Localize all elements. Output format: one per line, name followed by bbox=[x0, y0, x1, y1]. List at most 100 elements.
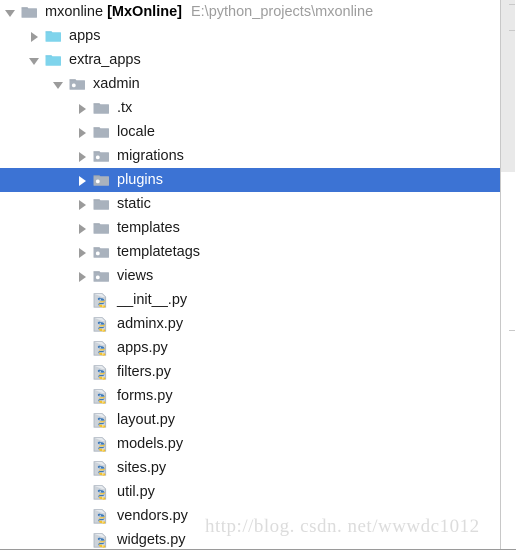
tree-row-tx[interactable]: .tx bbox=[0, 96, 516, 120]
tree-row-label: forms.py bbox=[117, 388, 173, 404]
python-file-icon bbox=[92, 432, 112, 456]
tree-row-label: sites.py bbox=[117, 460, 167, 476]
python-file-icon bbox=[92, 384, 112, 408]
tree-row-label: xadmin bbox=[93, 76, 140, 92]
chevron-right-icon[interactable] bbox=[76, 192, 92, 216]
tree-row-label: templatetags bbox=[117, 244, 201, 260]
tree-row-label: util.py bbox=[117, 484, 155, 500]
project-tree-list[interactable]: mxonline [MxOnline] E:\python_projects\mx… bbox=[0, 0, 516, 549]
tree-row-util-py[interactable]: util.py bbox=[0, 480, 516, 504]
tree-row-forms-py[interactable]: forms.py bbox=[0, 384, 516, 408]
twisty-placeholder bbox=[76, 408, 92, 432]
tree-row-label: filters.py bbox=[117, 364, 171, 380]
scrollbar-tick bbox=[509, 4, 515, 5]
tree-row-adminx-py[interactable]: adminx.py bbox=[0, 312, 516, 336]
chevron-right-icon[interactable] bbox=[76, 216, 92, 240]
chevron-right-icon[interactable] bbox=[76, 264, 92, 288]
tree-row-label: locale bbox=[117, 124, 155, 140]
tree-row-label: vendors.py bbox=[117, 508, 188, 524]
tree-row-templatetags[interactable]: templatetags bbox=[0, 240, 516, 264]
project-tree-panel[interactable]: mxonline [MxOnline] E:\python_projects\mx… bbox=[0, 0, 516, 550]
twisty-placeholder bbox=[76, 480, 92, 504]
tree-row-label: widgets.py bbox=[117, 532, 186, 548]
project-module-wrapper: [MxOnline] bbox=[103, 0, 182, 24]
python-file-icon bbox=[92, 528, 112, 549]
tree-row-migrations[interactable]: migrations bbox=[0, 144, 516, 168]
python-file-icon bbox=[92, 312, 112, 336]
tree-row-layout-py[interactable]: layout.py bbox=[0, 408, 516, 432]
vertical-scrollbar[interactable] bbox=[500, 0, 516, 549]
python-file-icon bbox=[92, 408, 112, 432]
tree-row-label: layout.py bbox=[117, 412, 176, 428]
folder-icon bbox=[92, 192, 112, 216]
tree-row-plugins[interactable]: plugins bbox=[0, 168, 510, 192]
python-file-icon bbox=[92, 480, 112, 504]
folder-icon bbox=[20, 0, 40, 24]
chevron-right-icon[interactable] bbox=[76, 144, 92, 168]
tree-row-label: models.py bbox=[117, 436, 184, 452]
tree-row-label: adminx.py bbox=[117, 316, 184, 332]
folder-icon bbox=[92, 96, 112, 120]
tree-row-xadmin[interactable]: xadmin bbox=[0, 72, 516, 96]
tree-row-widgets-py[interactable]: widgets.py bbox=[0, 528, 516, 549]
package-folder-icon bbox=[92, 168, 112, 192]
source-folder-icon bbox=[44, 24, 64, 48]
package-folder-icon bbox=[92, 240, 112, 264]
tree-row-static[interactable]: static bbox=[0, 192, 516, 216]
twisty-placeholder bbox=[76, 528, 92, 549]
folder-icon bbox=[92, 216, 112, 240]
tree-row-templates[interactable]: templates bbox=[0, 216, 516, 240]
package-folder-icon bbox=[92, 264, 112, 288]
package-folder-icon bbox=[92, 144, 112, 168]
chevron-right-icon[interactable] bbox=[28, 24, 44, 48]
tree-row-label: apps.py bbox=[117, 340, 168, 356]
scrollbar-thumb[interactable] bbox=[501, 0, 515, 172]
tree-row-locale[interactable]: locale bbox=[0, 120, 516, 144]
tree-row-label: __init__.py bbox=[117, 292, 188, 308]
twisty-placeholder bbox=[76, 432, 92, 456]
tree-row-label: templates bbox=[117, 220, 180, 236]
scrollbar-tick bbox=[509, 330, 515, 331]
chevron-right-icon[interactable] bbox=[76, 120, 92, 144]
tree-row-vendors-py[interactable]: vendors.py bbox=[0, 504, 516, 528]
twisty-placeholder bbox=[76, 288, 92, 312]
chevron-right-icon[interactable] bbox=[76, 240, 92, 264]
tree-row-apps-py[interactable]: apps.py bbox=[0, 336, 516, 360]
tree-row-sites-py[interactable]: sites.py bbox=[0, 456, 516, 480]
python-file-icon bbox=[92, 504, 112, 528]
chevron-right-icon[interactable] bbox=[76, 168, 92, 192]
chevron-right-icon[interactable] bbox=[76, 96, 92, 120]
tree-row-filters-py[interactable]: filters.py bbox=[0, 360, 516, 384]
chevron-down-icon[interactable] bbox=[4, 0, 20, 24]
project-module-name: [MxOnline] bbox=[107, 4, 182, 20]
tree-row-views[interactable]: views bbox=[0, 264, 516, 288]
chevron-down-icon[interactable] bbox=[52, 72, 68, 96]
tree-row-extra-apps[interactable]: extra_apps bbox=[0, 48, 516, 72]
twisty-placeholder bbox=[76, 456, 92, 480]
python-file-icon bbox=[92, 456, 112, 480]
tree-row-apps[interactable]: apps bbox=[0, 24, 516, 48]
twisty-placeholder bbox=[76, 360, 92, 384]
scrollbar-tick bbox=[509, 30, 515, 31]
tree-row-label: views bbox=[117, 268, 154, 284]
tree-row-mxonline[interactable]: mxonline [MxOnline] E:\python_projects\mx… bbox=[0, 0, 516, 24]
chevron-down-icon[interactable] bbox=[28, 48, 44, 72]
tree-row-models-py[interactable]: models.py bbox=[0, 432, 516, 456]
tree-row-label: apps bbox=[69, 28, 101, 44]
tree-row-init-py[interactable]: __init__.py bbox=[0, 288, 516, 312]
package-folder-icon bbox=[68, 72, 88, 96]
python-file-icon bbox=[92, 336, 112, 360]
